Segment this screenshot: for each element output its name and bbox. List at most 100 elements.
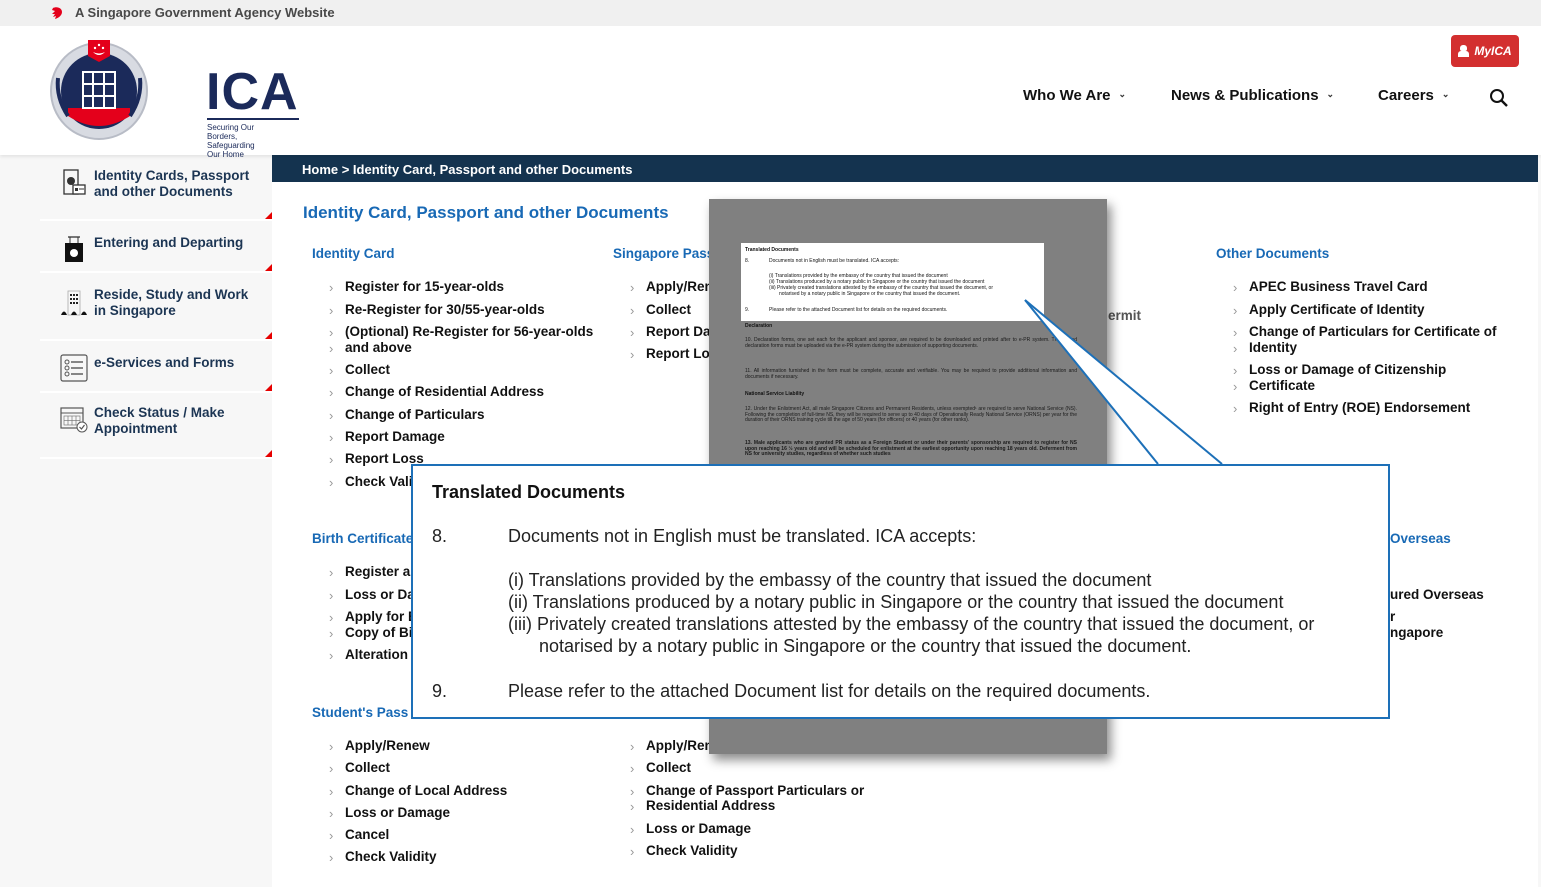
logo-acronym: ICA [206, 63, 299, 121]
nav-news-publications[interactable]: News & Publications ⌄ [1171, 87, 1334, 104]
doc-p13: 13. Male applicants who are granted PR s… [745, 440, 1077, 458]
corner-accent [265, 450, 272, 457]
link-birth-register[interactable]: Register ar [329, 564, 415, 581]
link-op-change-particulars[interactable]: Change of Passport Particulars or [630, 783, 864, 800]
building-icon [61, 290, 87, 316]
doc-mini-p8-num: 8. [745, 258, 750, 264]
sidebar-item-eservices-forms[interactable]: e-Services and Forms [40, 341, 272, 393]
breadcrumb-text[interactable]: Home > Identity Card, Passport and other… [302, 162, 632, 177]
sidebar-item-entering-departing[interactable]: Entering and Departing [40, 221, 272, 273]
doc-p10: 10. Declaration forms, one set each for … [745, 337, 1077, 349]
link-op-loss-damage[interactable]: Loss or Damage [630, 821, 751, 838]
nav-label: Careers [1378, 87, 1434, 104]
sidebar: Identity Cards, Passport and other Docum… [0, 155, 272, 887]
link-birth-loss[interactable]: Loss or Da [329, 587, 415, 604]
ica-crest-icon [50, 40, 148, 140]
logo-tagline-line-1: Securing Our Borders, [207, 123, 255, 141]
link-change-coi-particulars[interactable]: Change of Particulars for Certificate of [1233, 324, 1497, 341]
link-op-apply-renew[interactable]: Apply/Ren [630, 738, 713, 755]
link-passport-report-damage[interactable]: Report Da [630, 324, 710, 341]
link-collect[interactable]: Collect [329, 362, 390, 379]
doc-p11: 11. All information furnished in the for… [745, 368, 1077, 380]
nav-who-we-are[interactable]: Who We Are ⌄ [1023, 87, 1126, 104]
link-birth-apply-copy-cont[interactable]: Copy of Bi [329, 625, 412, 642]
link-report-damage[interactable]: Report Damage [329, 429, 445, 446]
sidebar-item-identity-cards[interactable]: Identity Cards, Passport and other Docum… [40, 155, 272, 221]
link-apply-coi[interactable]: Apply Certificate of Identity [1233, 302, 1424, 319]
link-op-change-particulars-cont[interactable]: Residential Address [630, 798, 775, 815]
link-overseas-1[interactable]: ured Overseas [1374, 587, 1484, 604]
link-citizenship-cert-cont[interactable]: Certificate [1233, 378, 1315, 395]
gov-banner-text: A Singapore Government Agency Website [75, 5, 335, 20]
category-title-students-pass: Student's Pass [312, 705, 409, 720]
sidebar-item-reside-study-work[interactable]: Reside, Study and Work in Singapore [40, 273, 272, 341]
link-roe[interactable]: Right of Entry (ROE) Endorsement [1233, 400, 1470, 417]
excerpt-p9: Please refer to the attached Document li… [508, 681, 1151, 701]
category-title-overseas: Overseas [1390, 531, 1451, 546]
doc-mini-p9: Please refer to the attached Document li… [769, 307, 948, 313]
link-reregister-56-cont[interactable]: and above [329, 340, 412, 357]
link-change-residential-address[interactable]: Change of Residential Address [329, 384, 544, 401]
link-sp-cancel[interactable]: Cancel [329, 827, 389, 844]
link-sp-collect[interactable]: Collect [329, 760, 390, 777]
link-passport-collect[interactable]: Collect [630, 302, 691, 319]
search-icon[interactable] [1489, 88, 1509, 108]
sidebar-item-check-status[interactable]: Check Status / Make Appointment [40, 393, 272, 459]
chevron-down-icon: ⌄ [1441, 89, 1450, 99]
nav-careers[interactable]: Careers ⌄ [1378, 87, 1449, 104]
link-op-collect[interactable]: Collect [630, 760, 691, 777]
sidebar-item-label: Identity Cards, Passport and other Docum… [94, 168, 250, 199]
excerpt-item-i: (i) Translations provided by the embassy… [508, 570, 1152, 590]
link-reregister-30-55[interactable]: Re-Register for 30/55-year-olds [329, 302, 545, 319]
link-sp-change-local-address[interactable]: Change of Local Address [329, 783, 507, 800]
category-title-identity-card: Identity Card [312, 246, 395, 261]
sidebar-item-label: e-Services and Forms [94, 355, 235, 370]
doc-p12: 12. Under the Enlistment Act, all male S… [745, 406, 1077, 424]
link-overseas-3[interactable]: ngapore [1374, 625, 1443, 642]
nav-label: News & Publications [1171, 87, 1319, 104]
link-reregister-56[interactable]: (Optional) Re-Register for 56-year-olds [329, 324, 593, 341]
category-title-other-documents: Other Documents [1216, 246, 1330, 261]
link-permit-fragment[interactable]: ermit [1092, 308, 1141, 325]
link-check-validity[interactable]: Check Vali [329, 474, 412, 491]
link-birth-alteration[interactable]: Alteration [329, 647, 408, 664]
breadcrumb: Home > Identity Card, Passport and other… [272, 155, 1538, 182]
link-sp-loss-damage[interactable]: Loss or Damage [329, 805, 450, 822]
doc-declaration-title: Declaration [745, 323, 773, 329]
link-op-check-validity[interactable]: Check Validity [630, 843, 737, 860]
user-icon [1458, 45, 1470, 57]
logo-tagline: Securing Our Borders, Safeguarding Our H… [207, 123, 258, 159]
link-overseas-2[interactable]: r [1373, 609, 1395, 626]
myica-button[interactable]: MyICA [1451, 35, 1519, 67]
category-title-birth-certificate: Birth Certificate [312, 531, 414, 546]
doc-mini-p9-num: 9. [745, 307, 750, 313]
link-birth-apply-copy[interactable]: Apply for B [329, 609, 418, 626]
page-title: Identity Card, Passport and other Docume… [303, 203, 669, 222]
link-change-coi-particulars-cont[interactable]: Identity [1233, 340, 1297, 357]
link-apec[interactable]: APEC Business Travel Card [1233, 279, 1428, 296]
excerpt-p8: Documents not in English must be transla… [508, 526, 977, 546]
chevron-down-icon: ⌄ [1118, 89, 1127, 99]
sidebar-item-label: Reside, Study and Work in Singapore [94, 287, 249, 318]
excerpt-p8-num: 8. [432, 526, 448, 546]
sidebar-item-label: Check Status / Make Appointment [94, 405, 225, 436]
logo-divider [207, 118, 299, 120]
ica-logo[interactable]: ICA Securing Our Borders, Safeguarding O… [48, 38, 299, 159]
link-register-15[interactable]: Register for 15-year-olds [329, 279, 504, 296]
link-change-particulars[interactable]: Change of Particulars [329, 407, 484, 424]
list-form-icon [60, 354, 88, 382]
excerpt-item-iii-a: (iii) Privately created translations att… [508, 614, 1315, 634]
link-citizenship-cert[interactable]: Loss or Damage of Citizenship [1233, 362, 1446, 379]
link-sp-apply-renew[interactable]: Apply/Renew [329, 738, 430, 755]
sidebar-item-label: Entering and Departing [94, 235, 244, 250]
doc-mini-title: Translated Documents [745, 247, 799, 253]
excerpt-item-ii: (ii) Translations produced by a notary p… [508, 592, 1284, 612]
corner-accent [265, 384, 272, 391]
category-title-singapore-passport: Singapore Pass [613, 246, 715, 261]
corner-accent [265, 212, 272, 219]
lion-head-icon [52, 7, 62, 19]
link-passport-apply-renew[interactable]: Apply/Ren [630, 279, 713, 296]
link-passport-report-loss[interactable]: Report Lo [630, 346, 710, 363]
gov-banner: A Singapore Government Agency Website [0, 0, 1541, 26]
link-sp-check-validity[interactable]: Check Validity [329, 849, 436, 866]
